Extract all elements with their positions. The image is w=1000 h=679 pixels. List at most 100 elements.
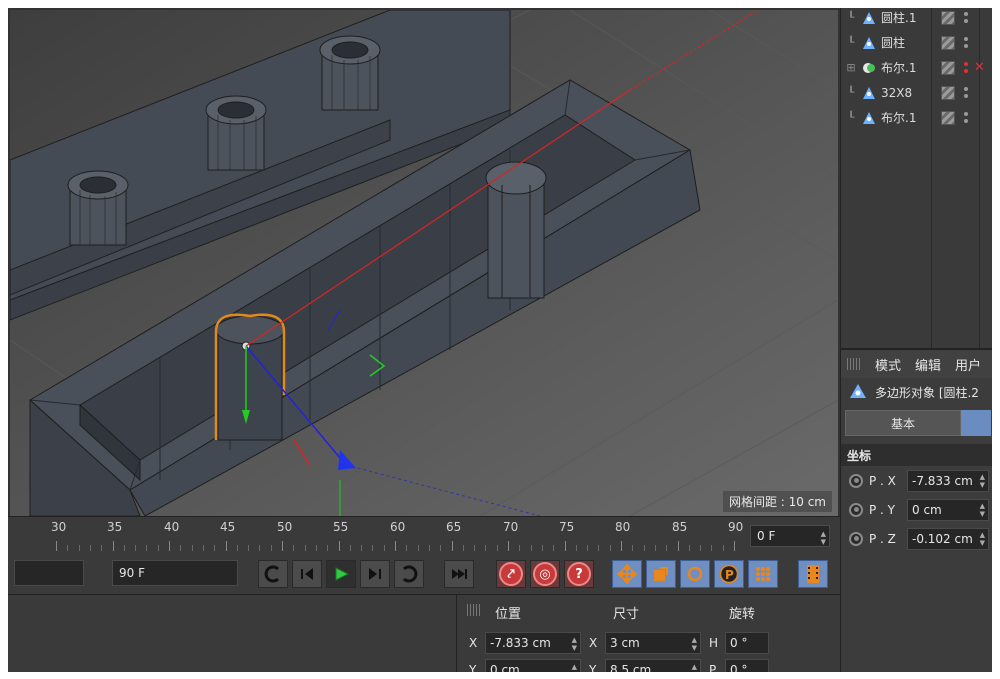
size-y-input[interactable]: 8.5 cm▲▼ — [605, 659, 701, 672]
visibility-dots-icon[interactable] — [961, 112, 971, 123]
phong-tag-icon[interactable] — [941, 10, 955, 25]
tick-label: 75 — [559, 520, 575, 534]
spinner-icon[interactable]: ▲▼ — [692, 636, 697, 652]
visibility-dots-icon[interactable] — [961, 62, 971, 73]
parameter-tool-button[interactable]: P — [714, 560, 744, 588]
size-x-input[interactable]: 3 cm ▲ ▼ — [605, 632, 701, 654]
jump-to-end-button[interactable] — [444, 560, 474, 588]
start-frame-field[interactable] — [14, 560, 84, 586]
field-label: P . Y — [869, 502, 896, 517]
phong-tag-icon[interactable] — [941, 35, 955, 50]
animate-radio-icon[interactable] — [849, 531, 863, 546]
tick-mark — [553, 545, 555, 551]
record-key-button[interactable]: ⤤ — [496, 560, 526, 588]
p-x-input[interactable]: -7.833 cm ▲ ▼ — [907, 469, 989, 492]
phong-tag-icon[interactable] — [941, 60, 955, 75]
object-row[interactable]: ⊞ 布尔.1 ✕ — [841, 55, 992, 80]
panel-grip-icon[interactable] — [847, 358, 861, 370]
scale-tool-button[interactable] — [646, 560, 676, 588]
tick-mark — [293, 545, 295, 551]
c4d-window: 网格间距 : 10 cm ┖ 圆柱.1 ┖ 圆柱 ⊞ 布尔.1 ✕ ┖ 32X8… — [8, 8, 992, 672]
tick-mark — [361, 545, 363, 551]
current-frame-field[interactable]: 0 F ▲ ▼ — [750, 525, 830, 547]
object-row[interactable]: ┖ 32X8 — [841, 80, 992, 105]
tree-connector: ┖ — [847, 11, 855, 24]
tick-mark — [395, 541, 396, 551]
object-row[interactable]: ┖ 圆柱.1 — [841, 8, 992, 30]
tick-mark — [575, 545, 577, 551]
disabled-x-icon[interactable]: ✕ — [974, 60, 985, 75]
viewport-scene — [10, 10, 838, 516]
expand-icon[interactable]: ⊞ — [841, 61, 861, 74]
menu-mode[interactable]: 模式 — [875, 355, 901, 374]
object-name[interactable]: 圆柱.1 — [881, 9, 937, 26]
menu-user[interactable]: 用户 — [955, 355, 981, 374]
spinner-icon[interactable]: ▲▼ — [821, 530, 826, 546]
visibility-dots-icon[interactable] — [961, 12, 971, 23]
tick-mark — [270, 545, 272, 551]
p-y-input[interactable]: 0 cm ▲ ▼ — [907, 498, 989, 521]
go-to-start-button[interactable] — [258, 560, 288, 588]
play-button[interactable] — [326, 560, 356, 588]
point-level-button[interactable] — [748, 560, 778, 588]
phong-tag-icon[interactable] — [941, 110, 955, 125]
spinner-icon[interactable]: ▲▼ — [692, 663, 697, 672]
tick-mark — [259, 545, 261, 551]
timeline-ruler[interactable]: 30 35 40 45 50 55 60 65 70 75 80 85 90 0… — [8, 516, 840, 552]
tick-label: 40 — [164, 520, 180, 534]
tick-label: 85 — [672, 520, 688, 534]
position-x-input[interactable]: -7.833 cm ▲ ▼ — [485, 632, 581, 654]
rotation-h-input[interactable]: 0 ° — [725, 632, 769, 654]
object-row[interactable]: ┖ 圆柱 — [841, 30, 992, 55]
spinner-icon[interactable]: ▲▼ — [980, 473, 985, 489]
tick-label: 30 — [51, 520, 67, 534]
spinner-icon[interactable]: ▲▼ — [980, 531, 985, 547]
move-tool-button[interactable] — [612, 560, 642, 588]
animate-radio-icon[interactable] — [849, 502, 863, 517]
object-row[interactable]: ┖ 布尔.1 — [841, 105, 992, 130]
animate-radio-icon[interactable] — [849, 473, 863, 488]
tick-mark — [248, 545, 250, 551]
menu-edit[interactable]: 编辑 — [915, 355, 941, 374]
spinner-icon[interactable]: ▲▼ — [572, 663, 577, 672]
tick-mark — [56, 541, 57, 551]
visibility-dots-icon[interactable] — [961, 37, 971, 48]
tick-mark — [632, 545, 634, 551]
tab-coordinates[interactable] — [961, 410, 991, 436]
position-y-input[interactable]: 0 cm▲▼ — [485, 659, 581, 672]
3d-viewport[interactable]: 网格间距 : 10 cm — [10, 10, 838, 516]
svg-text:P: P — [725, 568, 734, 582]
tick-mark — [598, 545, 600, 551]
end-frame-field[interactable]: 90 F — [112, 560, 238, 586]
film-strip-button[interactable] — [798, 560, 828, 588]
tree-connector: ┖ — [847, 86, 855, 99]
tick-label: 70 — [503, 520, 519, 534]
rotate-tool-button[interactable] — [680, 560, 710, 588]
object-name[interactable]: 圆柱 — [881, 34, 937, 51]
axis-label: Y — [589, 663, 597, 672]
next-key-button[interactable] — [360, 560, 390, 588]
go-to-end-button[interactable] — [394, 560, 424, 588]
tab-basic[interactable]: 基本 — [845, 410, 961, 436]
object-name[interactable]: 32X8 — [881, 86, 937, 100]
spinner-icon[interactable]: ▲▼ — [572, 636, 577, 652]
keyframe-selection-button[interactable]: ? — [564, 560, 594, 588]
previous-key-button[interactable] — [292, 560, 322, 588]
spinner-icon[interactable]: ▲▼ — [980, 502, 985, 518]
object-name[interactable]: 布尔.1 — [881, 59, 937, 76]
tree-connector: ┖ — [847, 36, 855, 49]
tick-mark — [564, 541, 566, 551]
object-name[interactable]: 布尔.1 — [881, 109, 937, 126]
tick-mark — [236, 545, 238, 551]
next-key-icon — [369, 568, 381, 580]
autokey-button[interactable]: ◎ — [530, 560, 560, 588]
field-p-z: P . Z -0.102 cm ▲ ▼ — [841, 524, 992, 553]
p-z-input[interactable]: -0.102 cm ▲ ▼ — [907, 527, 989, 550]
rotation-p-input[interactable]: 0 ° — [725, 659, 769, 672]
phong-tag-icon[interactable] — [941, 85, 955, 100]
object-manager: ┖ 圆柱.1 ┖ 圆柱 ⊞ 布尔.1 ✕ ┖ 32X8 ┖ 布尔.1 — [840, 8, 992, 348]
visibility-dots-icon[interactable] — [961, 87, 971, 98]
tick-mark — [496, 545, 498, 551]
tick-mark — [169, 541, 170, 551]
panel-grip-icon[interactable] — [467, 604, 481, 616]
